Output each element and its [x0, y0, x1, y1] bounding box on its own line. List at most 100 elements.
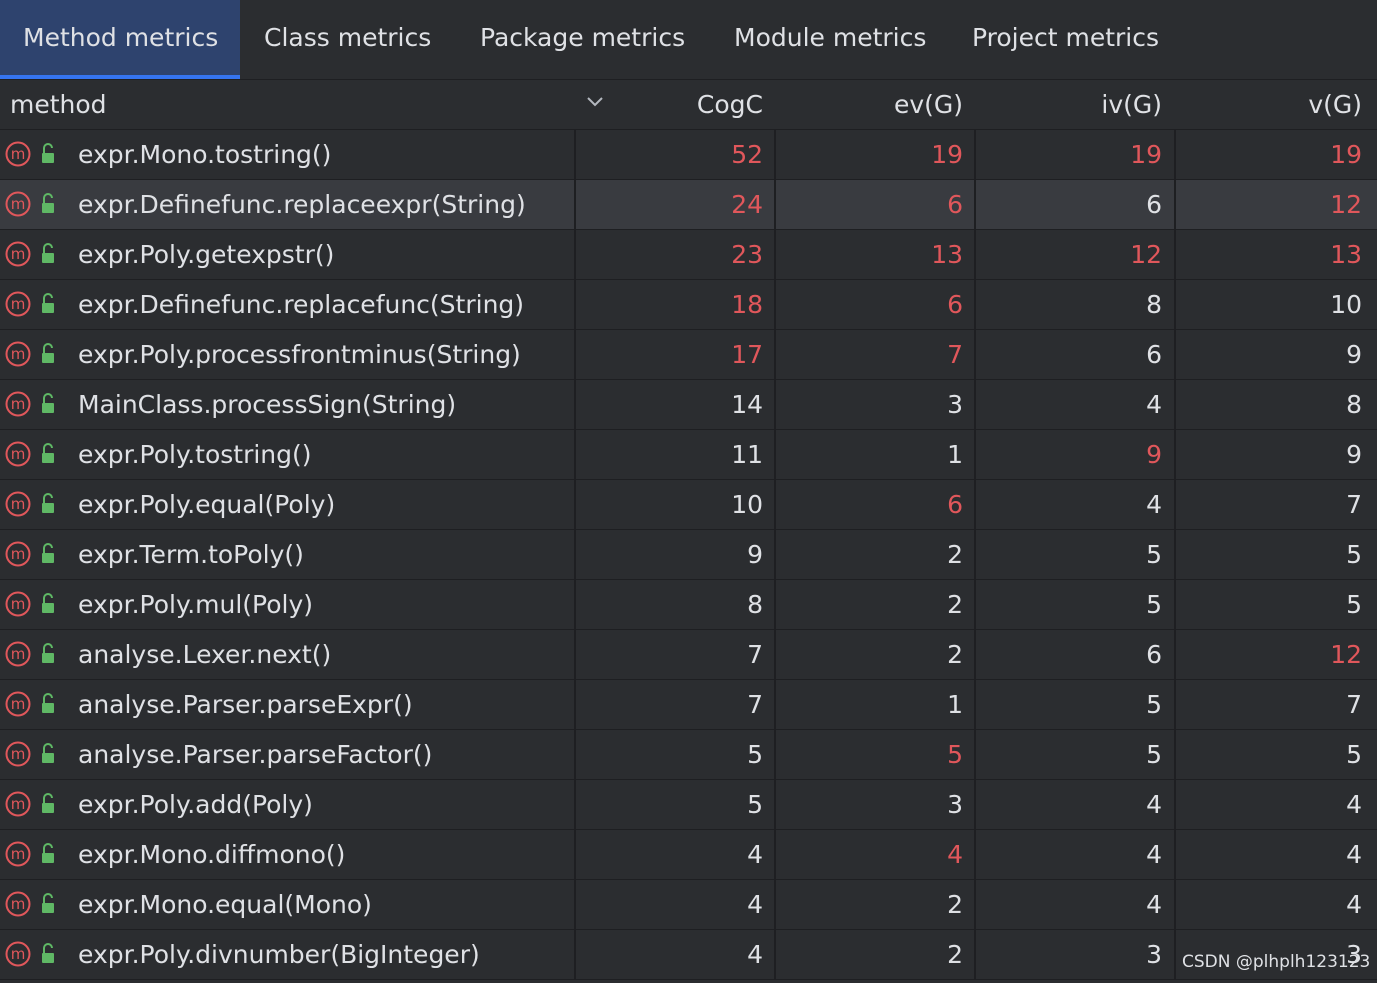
tab-package-metrics[interactable]: Package metrics	[480, 0, 685, 79]
table-row[interactable]: m expr.Mono.diffmono() 4 4 4 4	[0, 830, 1377, 880]
metric-evg-value: 3	[947, 790, 963, 819]
table-row[interactable]: m expr.Poly.divnumber(BigInteger) 4 2 3 3	[0, 930, 1377, 980]
svg-text:m: m	[11, 195, 26, 213]
column-divider	[774, 480, 776, 529]
metric-ivg-value: 9	[1146, 440, 1162, 469]
metric-vg-value: 9	[1346, 340, 1362, 369]
method-m-icon: m	[5, 641, 31, 667]
metric-vg-value: 5	[1346, 740, 1362, 769]
method-name: expr.Mono.diffmono()	[78, 840, 346, 869]
metric-evg-value: 1	[947, 440, 963, 469]
tab-project-metrics[interactable]: Project metrics	[972, 0, 1159, 79]
svg-text:m: m	[11, 845, 26, 863]
column-divider	[1174, 180, 1176, 229]
svg-text:m: m	[11, 945, 26, 963]
column-divider	[1174, 430, 1176, 479]
metric-evg-value: 2	[947, 590, 963, 619]
table-row[interactable]: m MainClass.processSign(String) 14 3 4 8	[0, 380, 1377, 430]
table-row[interactable]: m expr.Mono.equal(Mono) 4 2 4 4	[0, 880, 1377, 930]
column-divider	[974, 180, 976, 229]
table-row[interactable]: m analyse.Parser.parseExpr() 7 1 5 7	[0, 680, 1377, 730]
metric-ivg-value: 6	[1146, 340, 1162, 369]
column-divider	[774, 880, 776, 929]
table-row[interactable]: m expr.Poly.tostring() 11 1 9 9	[0, 430, 1377, 480]
metric-cogc-value: 7	[747, 640, 763, 669]
metric-cogc-value: 17	[731, 340, 763, 369]
metric-vg-value: 9	[1346, 440, 1362, 469]
selection-highlight	[776, 180, 974, 229]
column-divider	[574, 380, 576, 429]
column-divider	[974, 330, 976, 379]
public-unlock-icon	[42, 693, 54, 713]
metric-ivg-value: 6	[1146, 190, 1162, 219]
metric-evg-value: 6	[947, 290, 963, 319]
public-unlock-icon	[42, 143, 54, 163]
public-unlock-icon	[42, 593, 54, 613]
tab-module-metrics[interactable]: Module metrics	[734, 0, 926, 79]
metric-ivg-value: 12	[1130, 240, 1162, 269]
column-divider	[574, 180, 576, 229]
column-divider	[1174, 780, 1176, 829]
metric-vg-value: 12	[1330, 640, 1362, 669]
table-row[interactable]: m analyse.Parser.parseFactor() 5 5 5 5	[0, 730, 1377, 780]
table-row[interactable]: m analyse.Lexer.next() 7 2 6 12	[0, 630, 1377, 680]
method-name: expr.Poly.getexpstr()	[78, 240, 335, 269]
table-row[interactable]: m expr.Poly.processfrontminus(String) 17 7 6…	[0, 330, 1377, 380]
column-divider	[974, 780, 976, 829]
table-row[interactable]: m expr.Mono.tostring() 52 19 19 19	[0, 130, 1377, 180]
table-row[interactable]: m expr.Poly.getexpstr() 23 13 12 13	[0, 230, 1377, 280]
method-name: analyse.Parser.parseFactor()	[78, 740, 433, 769]
tab-label: Module metrics	[734, 23, 927, 52]
metric-vg-value: 13	[1330, 240, 1362, 269]
column-divider	[574, 680, 576, 729]
metric-ivg-value: 4	[1146, 490, 1162, 519]
column-divider	[1174, 680, 1176, 729]
column-divider	[1174, 330, 1176, 379]
column-divider	[1174, 630, 1176, 679]
svg-text:m: m	[11, 595, 26, 613]
column-divider	[1174, 880, 1176, 929]
column-divider	[974, 580, 976, 629]
svg-text:m: m	[11, 795, 26, 813]
table-row[interactable]: m expr.Definefunc.replaceexpr(String) 24 6 6…	[0, 180, 1377, 230]
method-name: expr.Poly.divnumber(BigInteger)	[78, 940, 480, 969]
column-divider	[774, 130, 776, 179]
table-row[interactable]: m expr.Term.toPoly() 9 2 5 5	[0, 530, 1377, 580]
column-header-cogc[interactable]: CogC	[697, 80, 763, 129]
public-unlock-icon	[42, 193, 54, 213]
public-unlock-icon	[42, 843, 54, 863]
table-row[interactable]: m expr.Poly.mul(Poly) 8 2 5 5	[0, 580, 1377, 630]
metric-cogc-value: 9	[747, 540, 763, 569]
column-divider	[774, 430, 776, 479]
method-m-icon: m	[5, 691, 31, 717]
metric-vg-value: 4	[1346, 890, 1362, 919]
metric-ivg-value: 19	[1130, 140, 1162, 169]
column-divider	[574, 830, 576, 879]
column-divider	[574, 280, 576, 329]
metric-cogc-value: 7	[747, 690, 763, 719]
column-header-ivg[interactable]: iv(G)	[1101, 80, 1162, 129]
column-divider	[574, 230, 576, 279]
method-m-icon: m	[5, 191, 31, 217]
metric-ivg-value: 4	[1146, 840, 1162, 869]
column-divider	[574, 330, 576, 379]
table-row[interactable]: m expr.Poly.add(Poly) 5 3 4 4	[0, 780, 1377, 830]
method-m-icon: m	[5, 391, 31, 417]
column-divider	[1174, 280, 1176, 329]
column-divider	[1174, 530, 1176, 579]
column-header-evg[interactable]: ev(G)	[894, 80, 963, 129]
table-row[interactable]: m expr.Definefunc.replacefunc(String) 18 6 8…	[0, 280, 1377, 330]
tab-method-metrics[interactable]: Method metrics	[0, 0, 240, 79]
chevron-down-icon[interactable]	[586, 96, 604, 108]
method-name: expr.Definefunc.replaceexpr(String)	[78, 190, 526, 219]
metric-evg-value: 13	[931, 240, 963, 269]
column-divider	[774, 680, 776, 729]
column-header-method[interactable]: method	[10, 80, 107, 129]
column-divider	[974, 530, 976, 579]
table-row[interactable]: m expr.Poly.equal(Poly) 10 6 4 7	[0, 480, 1377, 530]
tab-class-metrics[interactable]: Class metrics	[264, 0, 431, 79]
column-divider	[774, 330, 776, 379]
metric-cogc-value: 23	[731, 240, 763, 269]
column-header-vg[interactable]: v(G)	[1308, 80, 1362, 129]
method-m-icon: m	[5, 241, 31, 267]
